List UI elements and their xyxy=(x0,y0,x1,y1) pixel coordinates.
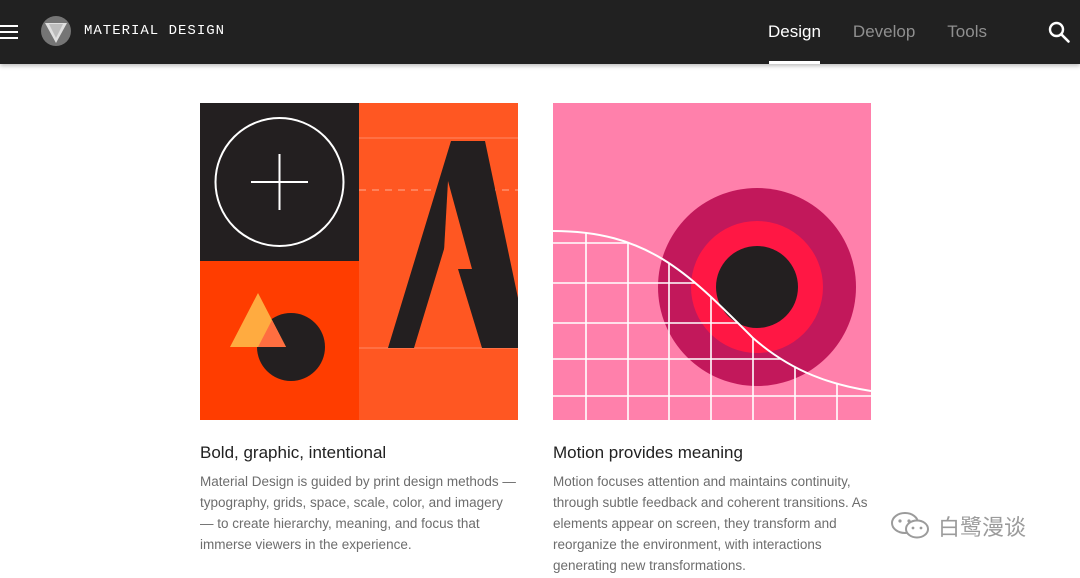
card-motion-meaning[interactable]: Motion provides meaning Motion focuses a… xyxy=(553,103,871,576)
card-description: Material Design is guided by print desig… xyxy=(200,474,516,552)
top-app-bar: MATERIAL DESIGN Design Develop Tools xyxy=(0,0,1080,64)
tab-develop[interactable]: Develop xyxy=(837,0,931,64)
brand-title[interactable]: MATERIAL DESIGN xyxy=(84,23,225,39)
card-title: Motion provides meaning xyxy=(553,443,743,462)
motion-illustration xyxy=(553,103,871,420)
bold-graphic-illustration xyxy=(200,103,518,420)
primary-nav: Design Develop Tools xyxy=(752,0,1003,64)
watermark: 白鹭漫谈 xyxy=(890,510,1026,542)
card-title: Bold, graphic, intentional xyxy=(200,443,387,462)
menu-icon[interactable] xyxy=(0,22,20,42)
card-description: Motion focuses attention and maintains c… xyxy=(553,474,868,573)
tab-design[interactable]: Design xyxy=(752,0,837,64)
card-bold-graphic[interactable]: Bold, graphic, intentional Material Desi… xyxy=(200,103,518,555)
material-logo-icon[interactable] xyxy=(40,15,72,47)
watermark-text: 白鹭漫谈 xyxy=(938,515,1027,540)
tab-tools[interactable]: Tools xyxy=(931,0,1003,64)
wechat-icon xyxy=(891,512,929,539)
search-icon[interactable] xyxy=(1047,20,1071,44)
